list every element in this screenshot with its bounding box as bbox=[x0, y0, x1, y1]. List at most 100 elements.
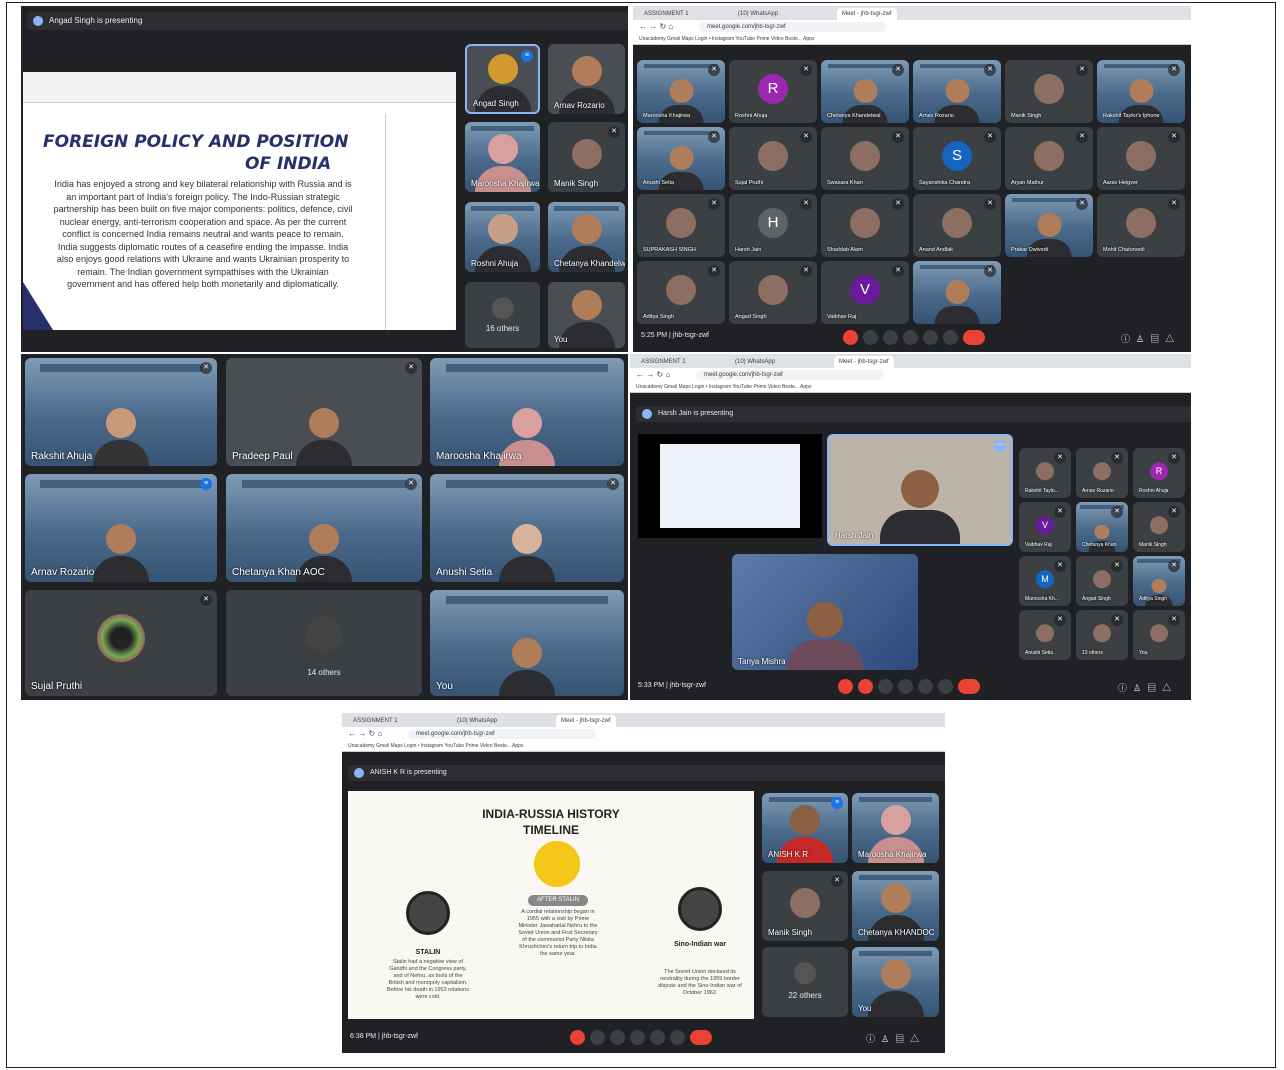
tab-whatsapp[interactable]: (10) WhatsApp bbox=[730, 356, 780, 368]
url-field[interactable]: meet.google.com/jhb-tsgr-zwf bbox=[408, 729, 596, 739]
present-button[interactable] bbox=[650, 1030, 665, 1046]
participant-tile[interactable]: H ✕ Harsh Jain bbox=[729, 194, 817, 257]
participant-tile[interactable]: ✕ Aditya Singh bbox=[637, 261, 725, 324]
tab-whatsapp[interactable]: (10) WhatsApp bbox=[452, 715, 502, 727]
participant-tile[interactable]: ✕ Swasara Khan bbox=[821, 127, 909, 190]
side-icons[interactable]: ⓘ♙▤△ bbox=[1118, 681, 1177, 694]
participant-tile[interactable]: ✕ Manik Singh bbox=[762, 871, 848, 941]
participant-tile[interactable]: ✕ You bbox=[1133, 610, 1185, 660]
present-button[interactable] bbox=[918, 679, 933, 695]
participant-tile[interactable]: ≡ Arnav Rozario bbox=[25, 474, 217, 582]
self-tile[interactable]: You bbox=[548, 282, 625, 348]
tab-assignment[interactable]: ASSIGNMENT 1 bbox=[348, 715, 403, 727]
raise-hand-button[interactable] bbox=[630, 1030, 645, 1046]
participant-tile[interactable]: ⋯ Harsh Jain bbox=[827, 434, 1013, 546]
captions-button[interactable] bbox=[610, 1030, 625, 1046]
participant-tile[interactable]: ✕ Maroosha Khajirwa bbox=[637, 60, 725, 123]
tab-assignment[interactable]: ASSIGNMENT 1 bbox=[636, 356, 691, 368]
participant-tile[interactable]: ✕ Chetanya Khan AOC bbox=[226, 474, 422, 582]
more-options-button[interactable] bbox=[943, 330, 958, 346]
participant-tile[interactable]: R ✕ Roshni Ahuja bbox=[729, 60, 817, 123]
self-tile[interactable]: You bbox=[430, 590, 624, 696]
leave-call-button[interactable] bbox=[963, 330, 985, 346]
side-icons[interactable]: ⓘ♙▤△ bbox=[1121, 332, 1180, 345]
participant-tile[interactable]: ✕ Anushi Setia bbox=[430, 474, 624, 582]
url-field[interactable]: meet.google.com/jhb-tsgr-zwf bbox=[696, 370, 884, 380]
mic-button[interactable] bbox=[843, 330, 858, 346]
mic-button[interactable] bbox=[570, 1030, 585, 1046]
participant-tile[interactable]: ✕ Chetanya Khan bbox=[1076, 502, 1128, 552]
camera-button[interactable] bbox=[863, 330, 878, 346]
others-tile[interactable]: 14 others bbox=[226, 590, 422, 696]
participant-tile[interactable]: ✕ Arnav Rozario bbox=[1076, 448, 1128, 498]
participant-tile[interactable]: ✕ Rakshit Taylor's Iphone bbox=[1097, 60, 1185, 123]
participant-tile[interactable]: ✕ Rakshit Ahuja bbox=[25, 358, 217, 466]
participant-tile[interactable]: Chetanya Khandelwal bbox=[548, 202, 625, 272]
present-button[interactable] bbox=[923, 330, 938, 346]
participant-tile[interactable]: Maroosha Khajirwa bbox=[465, 122, 540, 192]
participant-tile[interactable]: R ✕ Roshni Ahuja bbox=[1133, 448, 1185, 498]
meet-screenshot-3: ✕ Rakshit Ahuja ✕ Pradeep Paul Maroosha … bbox=[21, 354, 628, 700]
nav-arrows-icon[interactable]: ← → ↻ ⌂ bbox=[636, 370, 670, 379]
participant-tile[interactable]: ✕ Aryan Mathur bbox=[1005, 127, 1093, 190]
participant-tile[interactable]: ✕ Angad Singh bbox=[729, 261, 817, 324]
participant-tile[interactable]: V ✕ Vaibhav Raj bbox=[821, 261, 909, 324]
nav-arrows-icon[interactable]: ← → ↻ ⌂ bbox=[639, 22, 673, 31]
participant-tile[interactable]: M ✕ Maroosha Kh... bbox=[1019, 556, 1071, 606]
participant-tile[interactable]: ✕ Shaddab Alam bbox=[821, 194, 909, 257]
self-tile[interactable]: You bbox=[852, 947, 939, 1017]
raise-hand-button[interactable] bbox=[898, 679, 913, 695]
participant-tile[interactable]: Arnav Rozario bbox=[548, 44, 625, 114]
participant-tile[interactable]: Maroosha Khajirwa bbox=[430, 358, 624, 466]
captions-button[interactable] bbox=[883, 330, 898, 346]
participant-tile[interactable]: ✕ Anushi Setia bbox=[637, 127, 725, 190]
tab-meet[interactable]: Meet - jhb-tsgr-zwf bbox=[556, 715, 616, 727]
participant-tile[interactable]: ✕ bbox=[913, 261, 1001, 324]
more-icon[interactable]: ⋯ bbox=[994, 440, 1006, 452]
participant-tile[interactable]: ✕ Arnav Rozario bbox=[913, 60, 1001, 123]
participant-tile[interactable]: ≡ Angad Singh bbox=[465, 44, 540, 114]
participant-tile[interactable]: Chetanya KHANDOC bbox=[852, 871, 939, 941]
participant-tile[interactable]: ✕ Sujal Pruthi bbox=[729, 127, 817, 190]
captions-button[interactable] bbox=[878, 679, 893, 695]
url-field[interactable]: meet.google.com/jhb-tsgr-zwf bbox=[699, 22, 887, 32]
more-options-button[interactable] bbox=[670, 1030, 685, 1046]
participant-tile[interactable]: ✕ Rakshit Taylo... bbox=[1019, 448, 1071, 498]
others-tile[interactable]: 16 others bbox=[465, 282, 540, 348]
participant-tile[interactable]: ✕ 13 others bbox=[1076, 610, 1128, 660]
participant-tile[interactable]: V ✕ Vaibhav Raj bbox=[1019, 502, 1071, 552]
mic-button[interactable] bbox=[838, 679, 853, 695]
others-tile[interactable]: 22 others bbox=[762, 947, 848, 1017]
participant-tile[interactable]: ✕ Angad Singh bbox=[1076, 556, 1128, 606]
participant-tile[interactable]: Roshni Ahuja bbox=[465, 202, 540, 272]
participant-tile[interactable]: ✕ Chetanya Khandelwal bbox=[821, 60, 909, 123]
participant-tile[interactable]: ✕ Anand Andlak bbox=[913, 194, 1001, 257]
participant-tile[interactable]: S ✕ Sayanshika Chandra bbox=[913, 127, 1001, 190]
participant-tile[interactable]: ✕ Aditya Singh bbox=[1133, 556, 1185, 606]
leave-call-button[interactable] bbox=[958, 679, 980, 695]
tab-meet[interactable]: Meet - jhb-tsgr-zwf bbox=[834, 356, 894, 368]
leave-call-button[interactable] bbox=[690, 1030, 712, 1046]
participant-tile[interactable]: ✕ Prakar Dwivedi bbox=[1005, 194, 1093, 257]
participant-tile[interactable]: Maroosha Khajirwa bbox=[852, 793, 939, 863]
participant-tile[interactable]: ≡ ANISH K R bbox=[762, 793, 848, 863]
tab-assignment[interactable]: ASSIGNMENT 1 bbox=[639, 8, 694, 20]
participant-tile[interactable]: Tanya Mishra bbox=[732, 554, 918, 670]
camera-button[interactable] bbox=[858, 679, 873, 695]
participant-tile[interactable]: ✕ Aarav Heigver bbox=[1097, 127, 1185, 190]
participant-tile[interactable]: ✕ SUPRAKASH SINGH bbox=[637, 194, 725, 257]
participant-tile[interactable]: ✕ Manik Singh bbox=[548, 122, 625, 192]
tab-meet[interactable]: Meet - jhb-tsgr-zwf bbox=[837, 8, 897, 20]
tab-whatsapp[interactable]: (10) WhatsApp bbox=[733, 8, 783, 20]
more-options-button[interactable] bbox=[938, 679, 953, 695]
camera-button[interactable] bbox=[590, 1030, 605, 1046]
participant-tile[interactable]: ✕ Pradeep Paul bbox=[226, 358, 422, 466]
side-icons[interactable]: ⓘ♙▤△ bbox=[866, 1032, 925, 1045]
participant-tile[interactable]: ✕ Manik Singh bbox=[1133, 502, 1185, 552]
participant-tile[interactable]: ✕ Anushi Setia bbox=[1019, 610, 1071, 660]
raise-hand-button[interactable] bbox=[903, 330, 918, 346]
nav-arrows-icon[interactable]: ← → ↻ ⌂ bbox=[348, 729, 382, 738]
participant-tile[interactable]: ✕ Sujal Pruthi bbox=[25, 590, 217, 696]
participant-tile[interactable]: ✕ Mohit Chaturvedi bbox=[1097, 194, 1185, 257]
participant-tile[interactable]: ✕ Manik Singh bbox=[1005, 60, 1093, 123]
